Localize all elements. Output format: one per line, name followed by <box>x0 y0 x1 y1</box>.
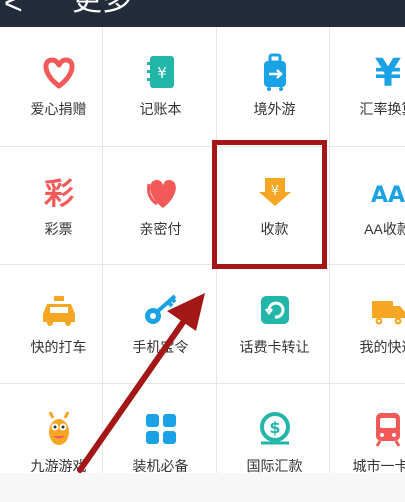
grid-item-label: 亲密付 <box>102 219 219 239</box>
grid-item-label: 话费卡转让 <box>216 337 333 357</box>
grid-divider <box>329 27 330 473</box>
intl-remit-icon: $ <box>252 406 298 452</box>
grid-divider <box>102 27 103 473</box>
svg-text:彩: 彩 <box>44 177 74 212</box>
grid-divider <box>0 264 405 265</box>
svg-text:¥: ¥ <box>374 52 400 92</box>
phone-card-transfer-icon <box>252 287 298 333</box>
grid-item-label: 我的快递 <box>329 337 405 357</box>
grid-item-label: 手机宝令 <box>102 337 219 357</box>
grid-item-intl-remittance[interactable]: $ 国际汇款 <box>216 384 333 502</box>
grid-item-label: 九游游戏 <box>0 456 117 476</box>
currency-exchange-icon: ¥ <box>365 49 405 95</box>
grid-item-phone-card-transfer[interactable]: 话费卡转让 <box>216 265 333 383</box>
grid-item-nine-games[interactable]: 九游游戏 <box>0 384 117 502</box>
delivery-truck-icon <box>365 287 405 333</box>
heart-donate-icon <box>36 49 82 95</box>
luggage-icon <box>252 49 298 95</box>
grid-item-my-delivery[interactable]: 我的快递 <box>329 265 405 383</box>
page-title: 更多 <box>72 0 132 18</box>
service-grid: 爱心捐赠 ¥ 记账本 境外游 ¥ 汇率换算 彩 彩票 亲密付 ¥ 收款 <box>0 27 405 473</box>
grid-item-label: 汇率换算 <box>329 99 405 119</box>
grid-item-taxi[interactable]: 快的打车 <box>0 265 117 383</box>
grid-item-label: 城市一卡通 <box>329 456 405 476</box>
grid-item-aa-collect[interactable]: AA AA收款 <box>329 147 405 265</box>
grid-item-label: 国际汇款 <box>216 456 333 476</box>
grid-divider <box>0 383 405 384</box>
taxi-icon <box>36 287 82 333</box>
grid-item-love-donate[interactable]: 爱心捐赠 <box>0 27 117 145</box>
grid-item-must-have-apps[interactable]: 装机必备 <box>102 384 219 502</box>
grid-item-exchange-rate[interactable]: ¥ 汇率换算 <box>329 27 405 145</box>
grid-item-phone-token[interactable]: 手机宝令 <box>102 265 219 383</box>
key-icon <box>138 287 184 333</box>
svg-text:AA: AA <box>370 183 404 208</box>
grid-item-label: 彩票 <box>0 219 117 239</box>
grid-item-lottery[interactable]: 彩 彩票 <box>0 147 117 265</box>
grid-item-overseas-travel[interactable]: 境外游 <box>216 27 333 145</box>
grid-item-label: 爱心捐赠 <box>0 99 117 119</box>
lottery-icon: 彩 <box>36 169 82 215</box>
svg-text:¥: ¥ <box>157 64 167 82</box>
svg-text:$: $ <box>269 418 280 437</box>
top-bar: < 更多 <box>0 0 405 27</box>
metro-card-icon <box>365 406 405 452</box>
grid-item-label: 快的打车 <box>0 337 117 357</box>
highlight-box <box>212 140 327 269</box>
aa-collect-icon: AA <box>365 169 405 215</box>
grid-item-label: 境外游 <box>216 99 333 119</box>
grid-divider <box>0 146 405 147</box>
hearts-pay-icon <box>138 169 184 215</box>
app-grid-icon <box>138 406 184 452</box>
grid-item-intimate-pay[interactable]: 亲密付 <box>102 147 219 265</box>
back-icon[interactable]: < <box>4 0 23 19</box>
grid-item-label: AA收款 <box>329 219 405 239</box>
grid-item-label: 装机必备 <box>102 456 219 476</box>
grid-item-label: 记账本 <box>102 99 219 119</box>
ledger-icon: ¥ <box>138 49 184 95</box>
grid-item-ledger[interactable]: ¥ 记账本 <box>102 27 219 145</box>
game-mascot-icon <box>36 406 82 452</box>
grid-item-city-card[interactable]: 城市一卡通 <box>329 384 405 502</box>
